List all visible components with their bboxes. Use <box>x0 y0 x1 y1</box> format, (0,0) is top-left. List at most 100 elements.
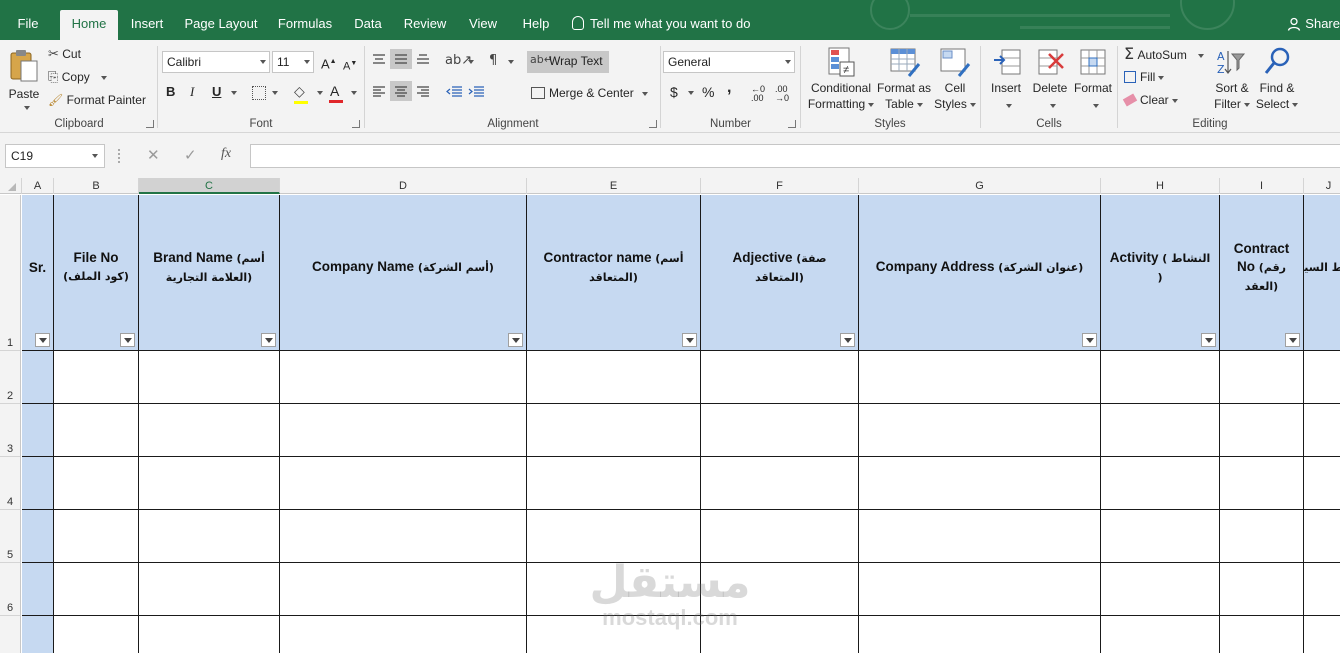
align-left-icon[interactable] <box>371 84 387 98</box>
align-center-button[interactable] <box>390 81 412 101</box>
tab-review[interactable]: Review <box>398 10 452 40</box>
filter-dropdown-icon[interactable] <box>120 333 135 347</box>
column-header-e[interactable]: E <box>527 178 701 194</box>
filter-dropdown-icon[interactable] <box>35 333 50 347</box>
tab-home[interactable]: Home <box>60 10 118 40</box>
column-header-d[interactable]: D <box>280 178 527 194</box>
grid-cell[interactable] <box>139 457 280 510</box>
dialog-launcher-icon[interactable] <box>352 120 360 128</box>
grid-cell[interactable] <box>22 351 54 404</box>
row-header-6[interactable]: 6 <box>0 563 21 616</box>
insert-cells-button[interactable]: Insert <box>985 44 1027 116</box>
grid-cell[interactable] <box>54 404 139 457</box>
tab-view[interactable]: View <box>462 10 504 40</box>
grid-cell[interactable] <box>139 404 280 457</box>
grid-cell[interactable] <box>139 510 280 563</box>
header-cell-adjective[interactable]: Adjective (صفة المتعاقد) <box>701 195 859 351</box>
bold-button[interactable]: B <box>166 84 175 100</box>
grid-cell[interactable] <box>54 563 139 616</box>
tab-data[interactable]: Data <box>348 10 388 40</box>
grid-cell[interactable] <box>1101 404 1220 457</box>
column-header-a[interactable]: A <box>22 178 54 194</box>
align-top-icon[interactable] <box>371 52 387 66</box>
share-button[interactable]: Share <box>1287 10 1340 40</box>
column-header-j[interactable]: J <box>1304 178 1340 194</box>
clear-button[interactable]: Clear <box>1122 92 1178 108</box>
grid-cell[interactable] <box>280 457 527 510</box>
header-cell-file-no[interactable]: File No (كود الملف) <box>54 195 139 351</box>
align-middle-button[interactable] <box>390 49 412 69</box>
merge-center-button[interactable]: Merge & Center <box>531 85 648 101</box>
column-header-i[interactable]: I <box>1220 178 1304 194</box>
format-cells-button[interactable]: Format <box>1071 44 1115 116</box>
grid-cell[interactable] <box>859 510 1101 563</box>
grow-font-button[interactable]: A▲ <box>321 54 337 72</box>
column-header-g[interactable]: G <box>859 178 1101 194</box>
grid-cell[interactable] <box>1220 563 1304 616</box>
row-header-3[interactable]: 3 <box>0 404 21 457</box>
grid-cell[interactable] <box>54 616 139 653</box>
decrease-indent-icon[interactable] <box>445 84 463 98</box>
filter-dropdown-icon[interactable] <box>1082 333 1097 347</box>
column-header-c[interactable]: C <box>139 178 280 194</box>
grid-cell[interactable] <box>1304 616 1340 653</box>
align-bottom-icon[interactable] <box>415 52 431 66</box>
grid-cell[interactable] <box>527 616 701 653</box>
tab-insert[interactable]: Insert <box>124 10 170 40</box>
grid-cell[interactable] <box>859 404 1101 457</box>
grid-cell[interactable] <box>1220 351 1304 404</box>
grid-cell[interactable] <box>1304 510 1340 563</box>
comma-style-button[interactable]: , <box>727 80 731 96</box>
tab-help[interactable]: Help <box>514 10 558 40</box>
grid-cell[interactable] <box>22 616 54 653</box>
header-cell-contract-no[interactable]: Contract No (رقم العقد) <box>1220 195 1304 351</box>
grid-cell[interactable] <box>54 457 139 510</box>
grid-cell[interactable] <box>1220 510 1304 563</box>
grid-cell[interactable] <box>701 457 859 510</box>
grid-cell[interactable] <box>1101 616 1220 653</box>
insert-function-button[interactable]: fx <box>221 146 231 162</box>
fill-button[interactable]: Fill <box>1124 69 1165 85</box>
grid-cell[interactable] <box>1101 563 1220 616</box>
font-name-combo[interactable]: Calibri <box>162 51 270 73</box>
column-header-b[interactable]: B <box>54 178 139 194</box>
decrease-decimal-button[interactable]: .00 →0 <box>775 85 789 103</box>
grid-cell[interactable] <box>859 351 1101 404</box>
delete-cells-button[interactable]: Delete <box>1029 44 1071 116</box>
increase-indent-icon[interactable] <box>467 84 485 98</box>
grid-cell[interactable] <box>1304 563 1340 616</box>
grid-cell[interactable] <box>859 616 1101 653</box>
grid-cell[interactable] <box>1304 457 1340 510</box>
paste-button[interactable]: Paste <box>6 46 42 112</box>
fill-color-button[interactable]: ◇ <box>294 84 308 104</box>
header-cell-company-address[interactable]: Company Address (عنوان الشركة) <box>859 195 1101 351</box>
underline-button[interactable]: U <box>212 84 221 100</box>
dialog-launcher-icon[interactable] <box>788 120 796 128</box>
cancel-icon[interactable]: ✕ <box>147 146 160 164</box>
grid-cell[interactable] <box>139 351 280 404</box>
grid-cell[interactable] <box>22 563 54 616</box>
grid-cell[interactable] <box>280 351 527 404</box>
grid-cell[interactable] <box>1101 510 1220 563</box>
enter-check-icon[interactable]: ✓ <box>184 146 197 164</box>
cell-styles-button[interactable]: Cell Styles <box>933 44 977 116</box>
grid-cell[interactable] <box>1220 616 1304 653</box>
filter-dropdown-icon[interactable] <box>1201 333 1216 347</box>
tab-formulas[interactable]: Formulas <box>272 10 338 40</box>
select-all-corner[interactable] <box>0 178 22 194</box>
grid-cell[interactable] <box>701 563 859 616</box>
grid-cell[interactable] <box>527 404 701 457</box>
align-right-icon[interactable] <box>415 84 431 98</box>
formula-bar-grip[interactable] <box>118 149 120 163</box>
header-cell-system-link[interactable]: ربط السيستم <box>1304 195 1340 351</box>
borders-icon[interactable] <box>252 86 266 100</box>
grid-cell[interactable] <box>701 616 859 653</box>
grid-cell[interactable] <box>280 404 527 457</box>
filter-dropdown-icon[interactable] <box>508 333 523 347</box>
grid-cell[interactable] <box>701 404 859 457</box>
tell-me-search[interactable]: Tell me what you want to do <box>572 10 750 40</box>
grid-cell[interactable] <box>527 510 701 563</box>
cut-button[interactable]: ✂ Cut <box>48 46 81 63</box>
find-select-button[interactable]: Find & Select <box>1254 44 1300 116</box>
tab-file[interactable]: File <box>6 10 50 40</box>
